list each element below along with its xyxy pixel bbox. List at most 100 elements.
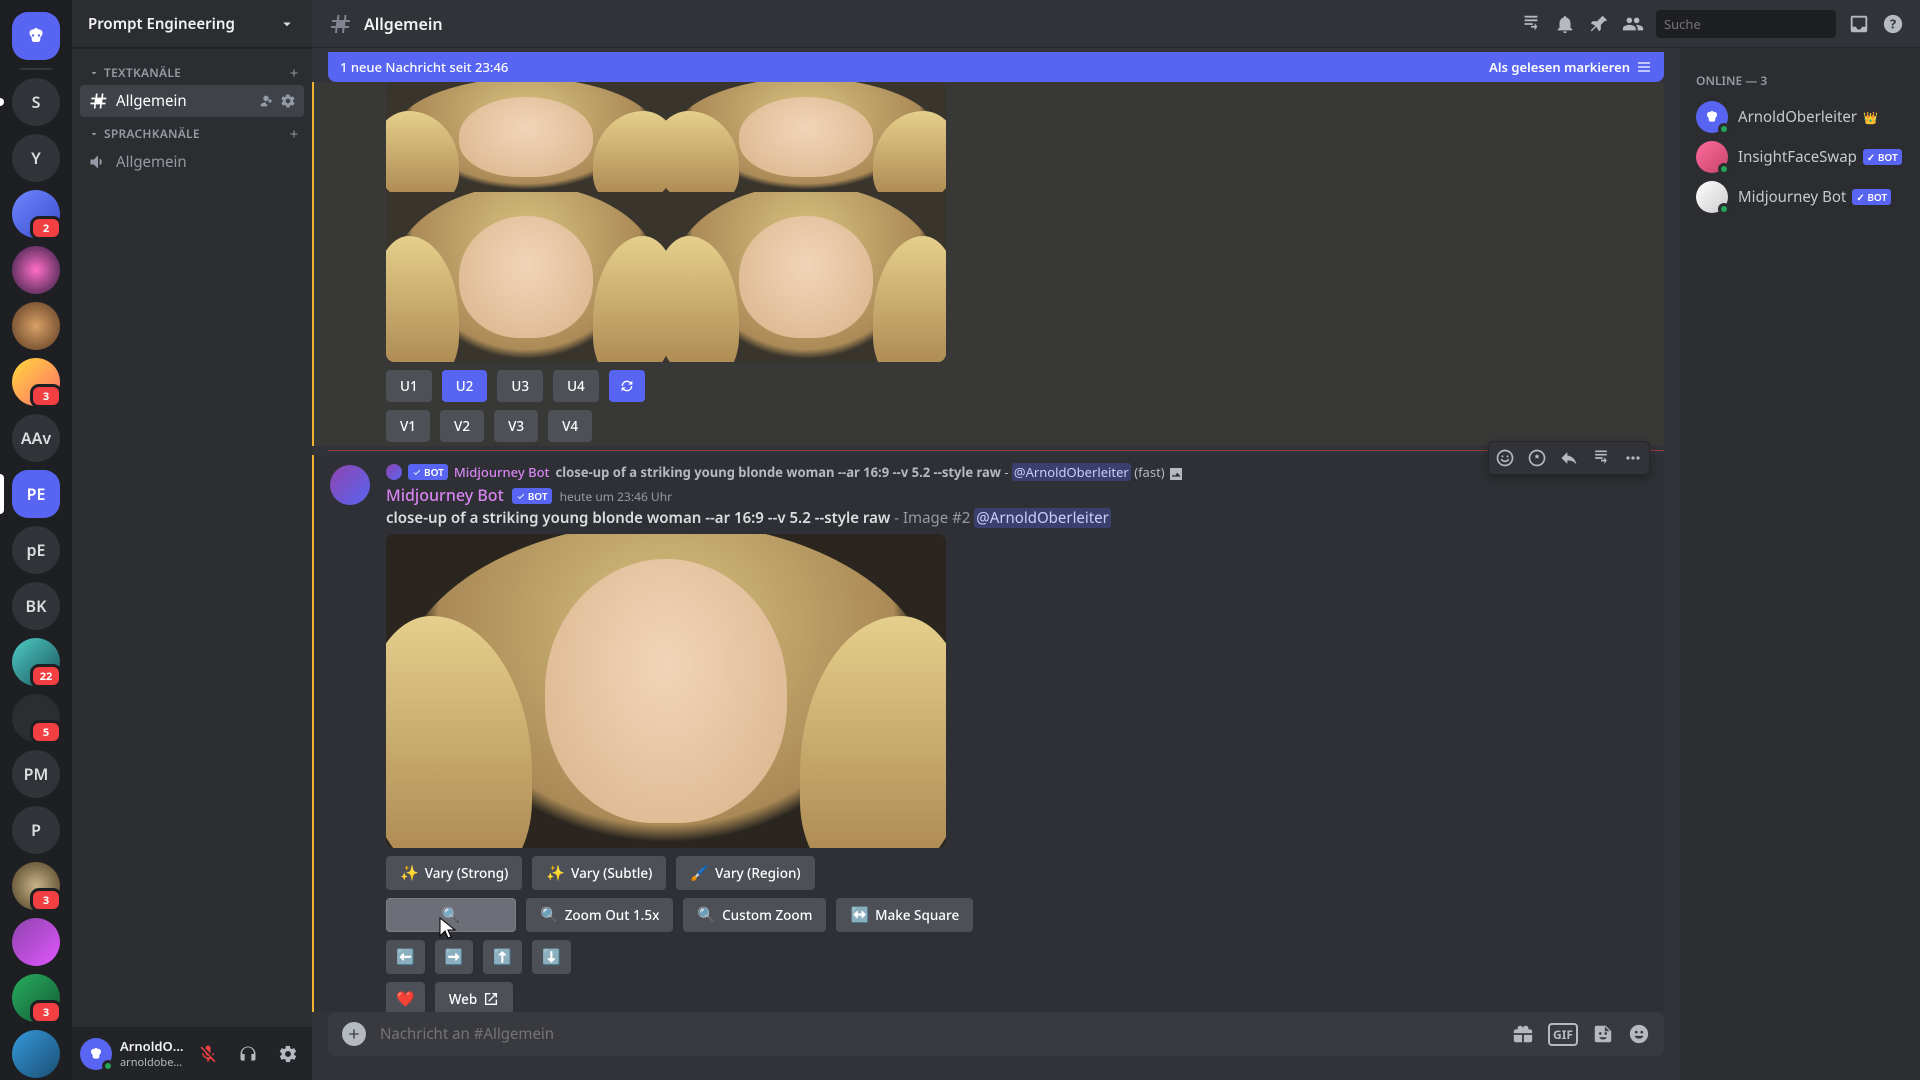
pan-right-button[interactable]: ➡️ — [435, 940, 474, 974]
members-icon[interactable] — [1622, 13, 1644, 35]
member-insightfaceswap[interactable]: InsightFaceSwap✓ BOT — [1688, 137, 1912, 177]
vary-subtle-button[interactable]: ✨Vary (Subtle) — [532, 856, 666, 890]
message-grid: U1 U2 U3 U4 V1 V2 V3 V4 — [312, 82, 1664, 446]
channel-header: Allgemein ? — [312, 0, 1920, 48]
reply-author: Midjourney Bot — [454, 463, 550, 481]
image-icon — [1168, 466, 1184, 482]
crown-icon: 👑 — [1863, 109, 1878, 126]
guild-11[interactable]: 22 — [12, 638, 60, 686]
guild-6[interactable]: 3 — [12, 358, 60, 406]
reroll-button[interactable] — [609, 370, 645, 402]
channel-allgemein-voice[interactable]: Allgemein — [80, 146, 304, 178]
v3-button[interactable]: V3 — [494, 410, 538, 442]
guild-pm[interactable]: PM — [12, 750, 60, 798]
bot-avatar[interactable] — [330, 465, 370, 505]
reply-reference[interactable]: BOT Midjourney Bot close-up of a strikin… — [386, 463, 1664, 482]
member-midjourney[interactable]: Midjourney Bot✓ BOT — [1688, 177, 1912, 217]
guild-s[interactable]: S — [12, 78, 60, 126]
channel-allgemein-text[interactable]: Allgemein — [80, 85, 304, 117]
chevron-down-icon — [278, 15, 296, 33]
guild-18[interactable] — [12, 1030, 60, 1078]
u4-button[interactable]: U4 — [553, 370, 599, 402]
message-input[interactable] — [380, 1024, 1498, 1044]
plus-icon[interactable] — [288, 128, 300, 140]
settings-button[interactable] — [272, 1038, 304, 1070]
thread-icon[interactable] — [1585, 442, 1617, 474]
u1-button[interactable]: U1 — [386, 370, 432, 402]
guild-15[interactable]: 3 — [12, 862, 60, 910]
web-button[interactable]: Web — [435, 982, 514, 1012]
home-button[interactable] — [12, 12, 60, 60]
self-avatar[interactable] — [80, 1038, 112, 1070]
guild-aav[interactable]: AAv — [12, 414, 60, 462]
emoji-icon[interactable] — [1628, 1023, 1650, 1046]
u3-button[interactable]: U3 — [497, 370, 543, 402]
plus-icon[interactable] — [288, 67, 300, 79]
guild-pe-active[interactable]: PE — [12, 470, 60, 518]
message-author[interactable]: Midjourney Bot — [386, 484, 504, 506]
pan-down-button[interactable]: ⬇️ — [532, 940, 571, 974]
guild-separator — [20, 68, 52, 70]
bot-tag: BOT — [512, 488, 552, 504]
pan-left-button[interactable]: ⬅️ — [386, 940, 425, 974]
inbox-icon[interactable] — [1848, 13, 1870, 35]
guild-pe2[interactable]: pE — [12, 526, 60, 574]
attach-button[interactable] — [342, 1022, 366, 1046]
member-arnold[interactable]: ArnoldOberleiter👑 — [1688, 97, 1912, 137]
make-square-button[interactable]: ↔️Make Square — [836, 898, 973, 932]
mute-button[interactable] — [192, 1038, 224, 1070]
category-voice[interactable]: SPRACHKANÄLE — [80, 117, 304, 146]
threads-icon[interactable] — [1520, 13, 1542, 35]
sticker-icon[interactable] — [1592, 1023, 1614, 1046]
vary-region-button[interactable]: 🖌️Vary (Region) — [676, 856, 814, 890]
guild-17[interactable]: 3 — [12, 974, 60, 1022]
custom-zoom-button[interactable]: 🔍Custom Zoom — [683, 898, 826, 932]
bot-tag: ✓ BOT — [1863, 149, 1902, 165]
reply-icon[interactable] — [1553, 442, 1585, 474]
zoom-2x-button[interactable]: 🔍 — [386, 898, 516, 932]
message-text: close-up of a striking young blonde woma… — [386, 508, 1664, 529]
pin-icon[interactable] — [1588, 13, 1610, 35]
vary-strong-button[interactable]: ✨Vary (Strong) — [386, 856, 522, 890]
guild-3[interactable]: 2 — [12, 190, 60, 238]
guild-bk[interactable]: BK — [12, 582, 60, 630]
favorite-button[interactable]: ❤️ — [386, 982, 425, 1012]
more-icon[interactable] — [1617, 442, 1649, 474]
mark-read-icon — [1636, 59, 1652, 75]
super-reaction-icon[interactable] — [1521, 442, 1553, 474]
message-hover-actions — [1488, 441, 1650, 475]
guild-12[interactable]: 5 — [12, 694, 60, 742]
help-icon[interactable]: ? — [1882, 13, 1904, 35]
search-box[interactable] — [1656, 10, 1836, 38]
generated-grid-image[interactable] — [386, 82, 946, 362]
mark-read-button[interactable]: Als gelesen markieren — [1489, 58, 1652, 76]
gif-button[interactable]: GIF — [1548, 1023, 1578, 1046]
hash-icon — [88, 91, 108, 111]
bell-icon[interactable] — [1554, 13, 1576, 35]
bot-tag: BOT — [408, 464, 448, 480]
guild-4[interactable] — [12, 246, 60, 294]
gear-icon[interactable] — [280, 93, 296, 109]
invite-icon[interactable] — [258, 93, 274, 109]
zoom-1.5x-button[interactable]: 🔍Zoom Out 1.5x — [526, 898, 673, 932]
gift-icon[interactable] — [1512, 1023, 1534, 1046]
new-message-bar[interactable]: 1 neue Nachricht seit 23:46 Als gelesen … — [328, 52, 1664, 82]
guild-y[interactable]: Y — [12, 134, 60, 182]
v1-button[interactable]: V1 — [386, 410, 430, 442]
v2-button[interactable]: V2 — [440, 410, 484, 442]
category-text[interactable]: TEXTKANÄLE — [80, 56, 304, 85]
self-username: arnoldoberleiter — [120, 1055, 184, 1070]
guild-p[interactable]: P — [12, 806, 60, 854]
reaction-icon[interactable] — [1489, 442, 1521, 474]
server-header[interactable]: Prompt Engineering — [72, 0, 312, 48]
guild-16[interactable] — [12, 918, 60, 966]
v4-button[interactable]: V4 — [548, 410, 592, 442]
member-list: ONLINE — 3 ArnoldOberleiter👑 InsightFace… — [1680, 48, 1920, 1080]
search-input[interactable] — [1664, 15, 1849, 33]
upscaled-image[interactable] — [386, 534, 946, 848]
guild-5[interactable] — [12, 302, 60, 350]
members-header: ONLINE — 3 — [1688, 64, 1912, 97]
pan-up-button[interactable]: ⬆️ — [483, 940, 522, 974]
u2-button[interactable]: U2 — [442, 370, 488, 402]
deafen-button[interactable] — [232, 1038, 264, 1070]
